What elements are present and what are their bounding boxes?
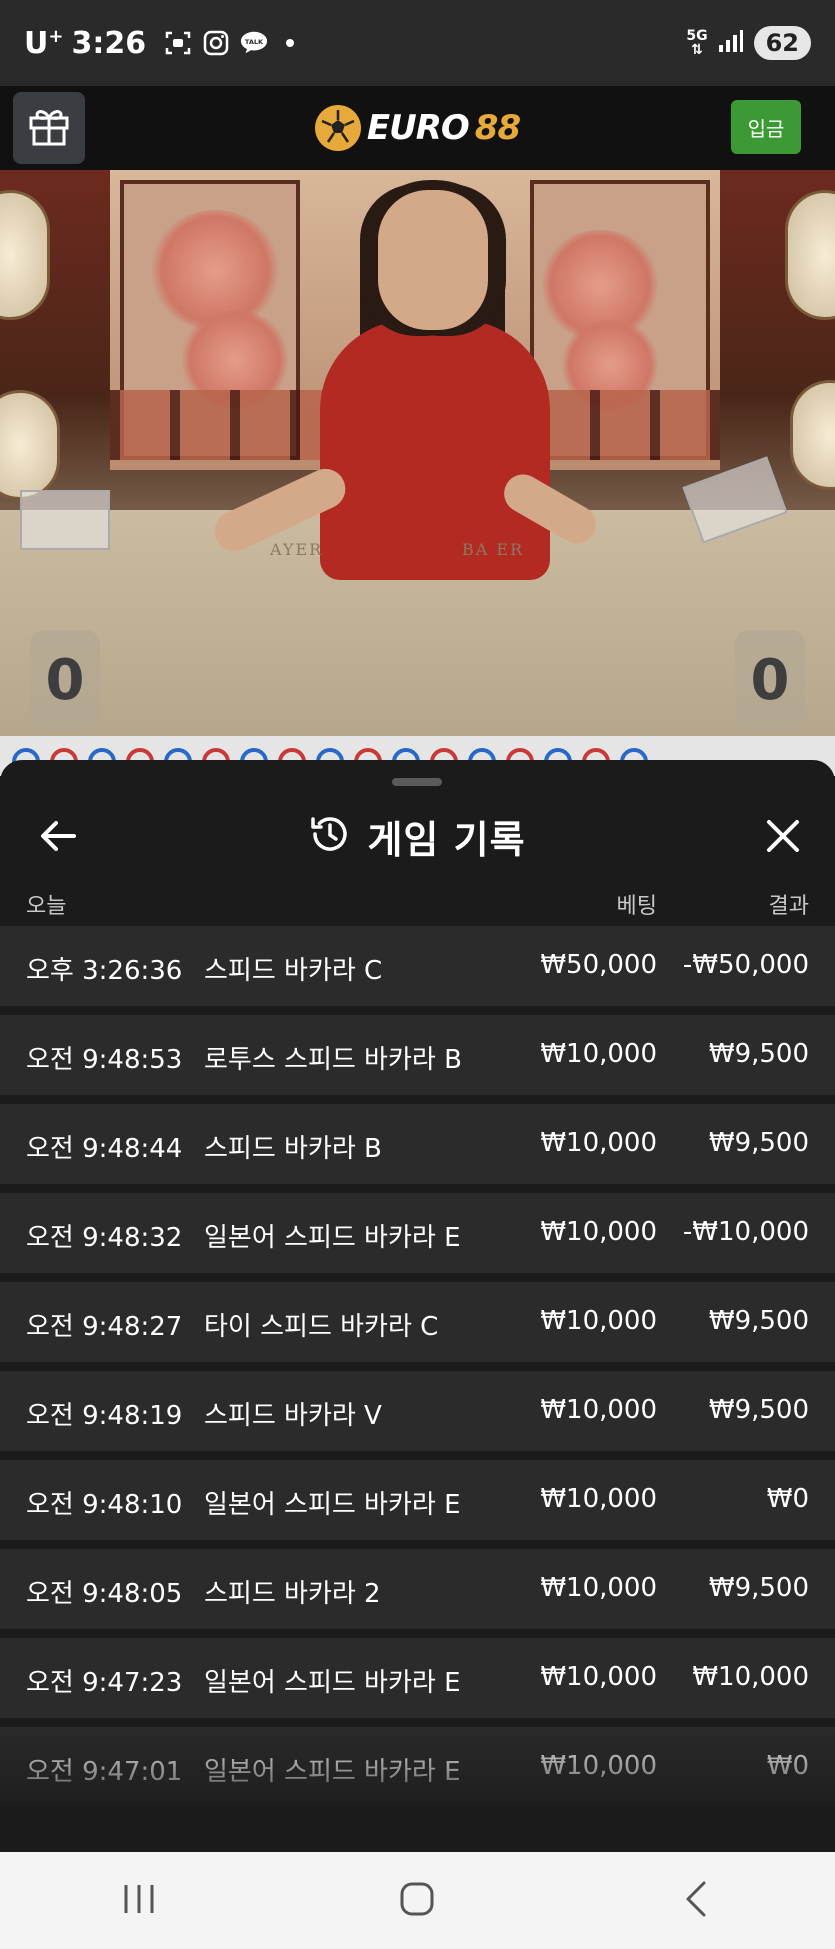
player-score: 0 — [30, 630, 100, 730]
recent-apps-icon — [121, 1882, 157, 1920]
logo-number: 88 — [474, 108, 521, 148]
network-5g-icon: 5G ⇅ — [686, 28, 708, 58]
row-game: 타이 스피드 바카라 C — [204, 1312, 439, 1342]
sheet-drag-handle[interactable] — [392, 778, 442, 786]
row-result: ₩0 — [766, 1484, 809, 1514]
row-game: 스피드 바카라 C — [204, 956, 383, 986]
row-time: 오전 9:48:10 — [26, 1490, 183, 1520]
battery-indicator: 62 — [753, 26, 811, 60]
home-button[interactable] — [377, 1871, 457, 1931]
row-bet: ₩10,000 — [540, 1662, 657, 1692]
recent-apps-button[interactable] — [99, 1871, 179, 1931]
column-header-today: 오늘 — [26, 894, 67, 919]
game-history-sheet: 게임 기록 오늘 베팅 결과 오후 3:26:36 스피드 바카라 C ₩50,… — [0, 760, 835, 1852]
deposit-button[interactable]: 입금 — [731, 100, 801, 154]
row-time: 오전 9:48:19 — [26, 1401, 183, 1431]
gift-icon — [27, 104, 71, 152]
row-bet: ₩10,000 — [540, 1751, 657, 1781]
player-area-label: AYER — [270, 540, 324, 559]
sheet-title: 게임 기록 — [367, 817, 526, 862]
row-game: 스피드 바카라 B — [204, 1134, 382, 1164]
row-result: ₩9,500 — [708, 1039, 809, 1069]
svg-text:TALK: TALK — [245, 38, 264, 46]
gift-button[interactable] — [13, 92, 85, 164]
row-bet: ₩10,000 — [540, 1039, 657, 1069]
row-result: ₩9,500 — [708, 1128, 809, 1158]
live-dealer-video[interactable]: AYER BA ER 0 0 — [0, 170, 835, 736]
notification-dot-icon — [286, 39, 295, 47]
logo-text: EURO — [366, 108, 470, 148]
app-header: EURO 88 입금 — [0, 86, 835, 170]
row-time: 오전 9:48:53 — [26, 1045, 183, 1075]
history-row[interactable]: 오전 9:48:27 타이 스피드 바카라 C ₩10,000 ₩9,500 — [0, 1282, 835, 1362]
system-back-button[interactable] — [656, 1871, 736, 1931]
row-game: 스피드 바카라 2 — [204, 1579, 381, 1609]
column-header-bet: 베팅 — [616, 894, 657, 919]
status-time: 3:26 — [71, 25, 147, 61]
sheet-header: 게임 기록 — [0, 796, 835, 876]
signal-icon — [718, 29, 744, 57]
row-bet: ₩10,000 — [540, 1573, 657, 1603]
close-button[interactable] — [761, 816, 805, 860]
row-bet: ₩10,000 — [540, 1306, 657, 1336]
row-bet: ₩10,000 — [540, 1395, 657, 1425]
row-time: 오후 3:26:36 — [26, 956, 183, 986]
screenshot-icon — [164, 29, 192, 57]
row-result: ₩9,500 — [708, 1395, 809, 1425]
row-game: 로투스 스피드 바카라 B — [204, 1045, 462, 1075]
row-game: 일본어 스피드 바카라 E — [204, 1223, 461, 1253]
banker-area-label: BA ER — [462, 540, 525, 559]
row-time: 오전 9:48:44 — [26, 1134, 183, 1164]
system-nav-bar — [0, 1852, 835, 1949]
row-time: 오전 9:48:27 — [26, 1312, 183, 1342]
row-result: ₩0 — [766, 1751, 809, 1781]
row-time: 오전 9:47:01 — [26, 1757, 183, 1787]
row-game: 일본어 스피드 바카라 E — [204, 1490, 461, 1520]
row-game: 일본어 스피드 바카라 E — [204, 1668, 461, 1698]
history-row[interactable]: 오전 9:47:23 일본어 스피드 바카라 E ₩10,000 ₩10,000 — [0, 1638, 835, 1718]
row-bet: ₩50,000 — [540, 950, 657, 980]
row-game: 일본어 스피드 바카라 E — [204, 1757, 461, 1787]
row-bet: ₩10,000 — [540, 1484, 657, 1514]
home-icon — [399, 1881, 435, 1921]
history-icon — [309, 813, 351, 859]
history-row[interactable]: 오전 9:47:01 일본어 스피드 바카라 E ₩10,000 ₩0 — [0, 1727, 835, 1807]
back-icon — [682, 1880, 710, 1922]
history-row[interactable]: 오후 3:26:36 스피드 바카라 C ₩50,000 -₩50,000 — [0, 926, 835, 1006]
row-result: -₩10,000 — [682, 1217, 809, 1247]
arrow-left-icon — [40, 820, 76, 856]
euro88-logo[interactable]: EURO 88 — [314, 105, 521, 151]
history-row[interactable]: 오전 9:48:32 일본어 스피드 바카라 E ₩10,000 -₩10,00… — [0, 1193, 835, 1273]
close-icon — [766, 819, 800, 857]
row-result: -₩50,000 — [682, 950, 809, 980]
row-time: 오전 9:47:23 — [26, 1668, 183, 1698]
history-row[interactable]: 오전 9:48:05 스피드 바카라 2 ₩10,000 ₩9,500 — [0, 1549, 835, 1629]
back-button[interactable] — [36, 816, 80, 860]
kakaotalk-icon: TALK — [240, 29, 268, 57]
history-row[interactable]: 오전 9:48:53 로투스 스피드 바카라 B ₩10,000 ₩9,500 — [0, 1015, 835, 1095]
banker-score: 0 — [735, 630, 805, 730]
carrier-label: U+ — [24, 25, 64, 61]
instagram-icon — [202, 29, 230, 57]
row-game: 스피드 바카라 V — [204, 1401, 382, 1431]
soccer-ball-icon — [314, 105, 361, 151]
status-bar: U+ 3:26 TALK 5G ⇅ 62 — [0, 0, 835, 86]
history-list: 오후 3:26:36 스피드 바카라 C ₩50,000 -₩50,000 오전… — [0, 926, 835, 1816]
column-header-result: 결과 — [768, 894, 809, 919]
row-time: 오전 9:48:05 — [26, 1579, 183, 1609]
history-row[interactable]: 오전 9:48:19 스피드 바카라 V ₩10,000 ₩9,500 — [0, 1371, 835, 1451]
row-bet: ₩10,000 — [540, 1128, 657, 1158]
row-result: ₩9,500 — [708, 1306, 809, 1336]
history-row[interactable]: 오전 9:48:44 스피드 바카라 B ₩10,000 ₩9,500 — [0, 1104, 835, 1184]
history-row[interactable]: 오전 9:48:10 일본어 스피드 바카라 E ₩10,000 ₩0 — [0, 1460, 835, 1540]
row-result: ₩9,500 — [708, 1573, 809, 1603]
row-result: ₩10,000 — [692, 1662, 809, 1692]
row-bet: ₩10,000 — [540, 1217, 657, 1247]
row-time: 오전 9:48:32 — [26, 1223, 183, 1253]
